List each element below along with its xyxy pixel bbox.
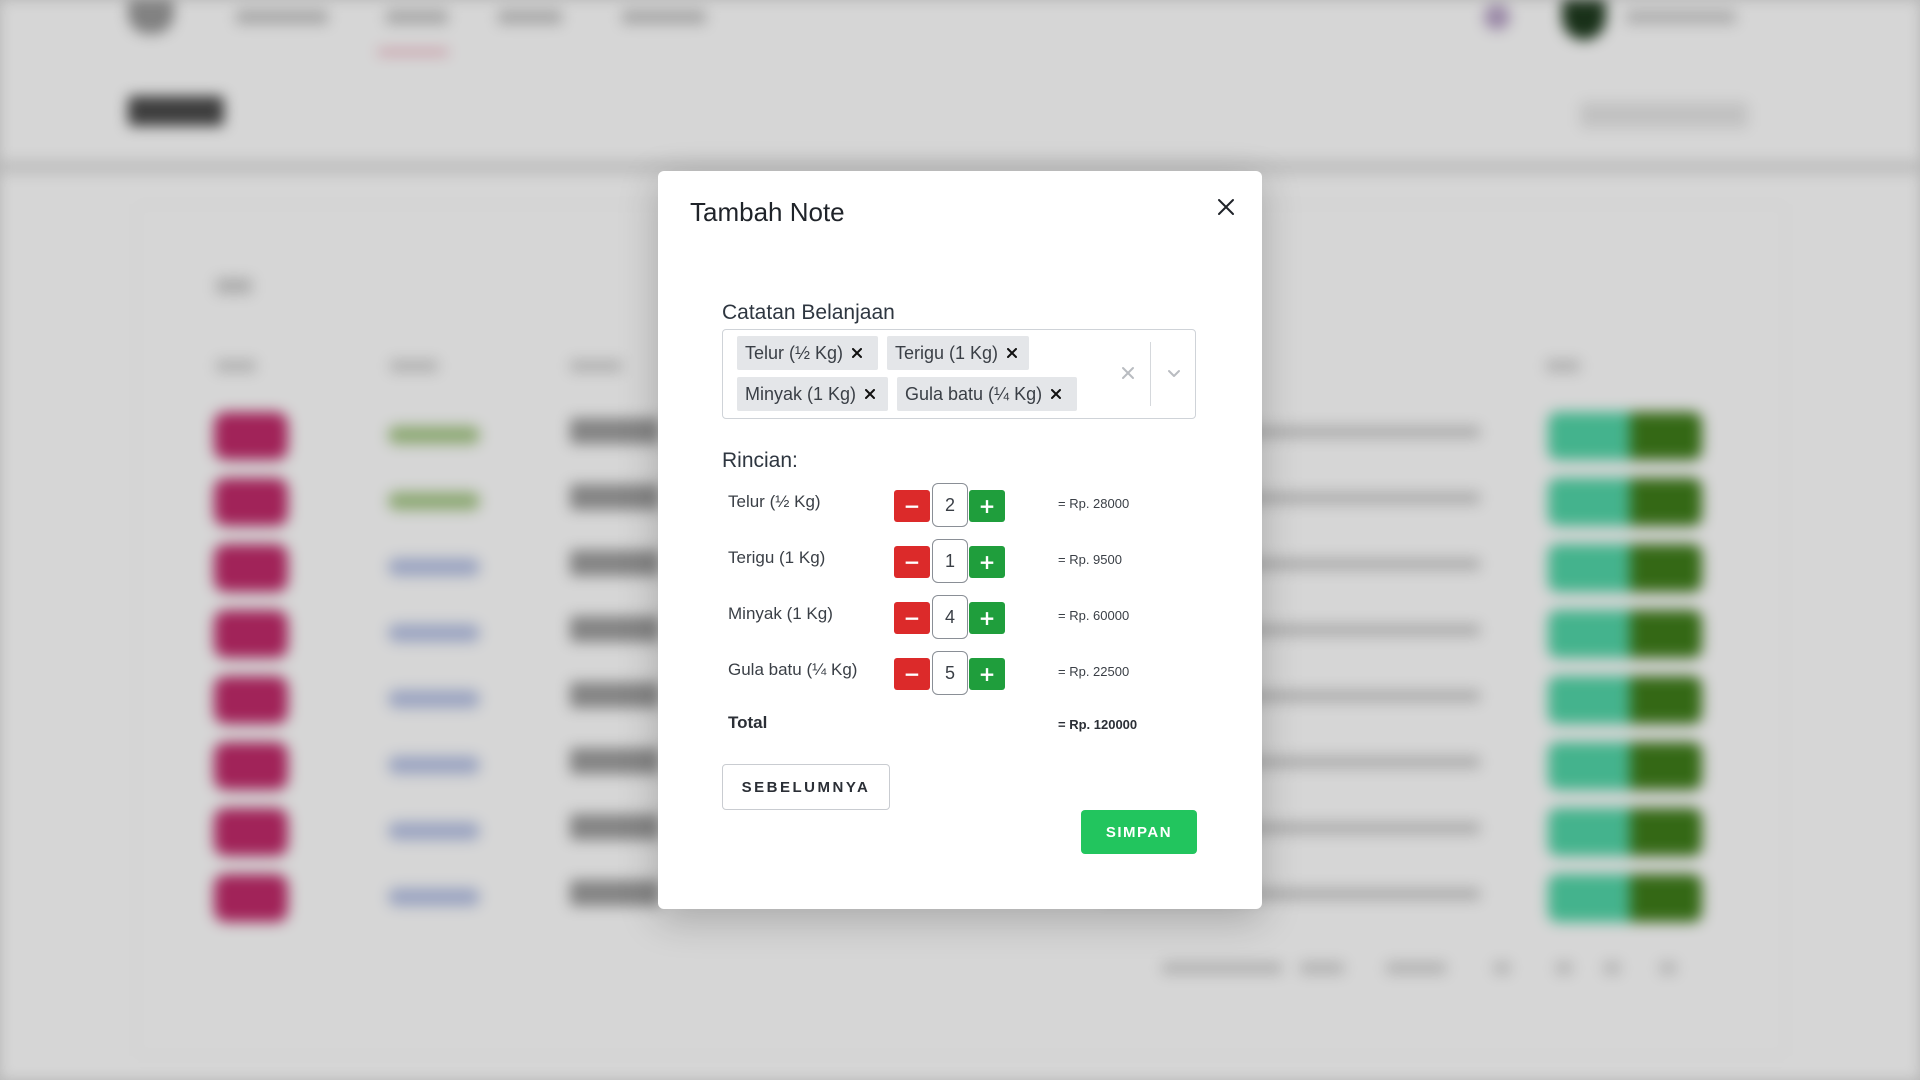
- x-icon: [852, 348, 863, 358]
- decrease-quantity-button[interactable]: −: [894, 602, 930, 634]
- detail-row: Terigu (1 Kg) − + = Rp. 9500: [658, 538, 1262, 584]
- x-icon: [865, 389, 876, 399]
- detail-row: Minyak (1 Kg) − + = Rp. 60000: [658, 594, 1262, 640]
- selected-item-chip: Gula batu (¼ Kg): [897, 377, 1077, 411]
- chip-remove-button[interactable]: [998, 336, 1026, 370]
- plus-icon: +: [978, 606, 996, 630]
- item-name: Telur (½ Kg): [728, 492, 821, 511]
- item-name: Gula batu (¼ Kg): [728, 660, 858, 679]
- chip-remove-button[interactable]: [1042, 377, 1070, 411]
- chip-remove-button[interactable]: [856, 377, 884, 411]
- plus-icon: +: [978, 662, 996, 686]
- chevron-down-icon: [1168, 370, 1180, 377]
- quantity-input[interactable]: [932, 483, 968, 527]
- total-label: Total: [728, 713, 768, 732]
- quantity-input[interactable]: [932, 595, 968, 639]
- dropdown-toggle[interactable]: [1157, 358, 1191, 388]
- chip-label: Gula batu (¼ Kg): [905, 383, 1043, 404]
- decrease-quantity-button[interactable]: −: [894, 490, 930, 522]
- x-icon: [1007, 348, 1018, 358]
- selected-item-chip: Terigu (1 Kg): [887, 336, 1029, 370]
- rincian-heading: Rincian:: [722, 449, 798, 472]
- close-icon: [1218, 199, 1234, 215]
- item-name: Terigu (1 Kg): [728, 548, 826, 567]
- close-button[interactable]: [1208, 189, 1244, 225]
- clear-selection-button[interactable]: [1113, 358, 1143, 388]
- simpan-button[interactable]: SIMPAN: [1081, 810, 1197, 854]
- chip-label: Telur (½ Kg): [745, 342, 844, 363]
- detail-row: Gula batu (¼ Kg) − + = Rp. 22500: [658, 650, 1262, 696]
- item-price: = Rp. 22500: [1058, 664, 1130, 679]
- clear-icon: [1122, 367, 1134, 379]
- quantity-input[interactable]: [932, 539, 968, 583]
- catatan-belanjaan-label: Catatan Belanjaan: [722, 301, 895, 324]
- total-value: = Rp. 120000: [1058, 717, 1138, 732]
- minus-icon: −: [903, 550, 921, 574]
- sebelumnya-button[interactable]: SEBELUMNYA: [722, 764, 890, 810]
- catatan-belanjaan-multiselect[interactable]: Telur (½ Kg) Terigu (1 Kg) Minyak (1 Kg)…: [722, 329, 1196, 419]
- item-name: Minyak (1 Kg): [728, 604, 833, 623]
- increase-quantity-button[interactable]: +: [969, 658, 1005, 690]
- multiselect-divider: [1150, 342, 1151, 406]
- selected-item-chip: Minyak (1 Kg): [737, 377, 888, 411]
- item-price: = Rp. 28000: [1058, 496, 1130, 511]
- quantity-input[interactable]: [932, 651, 968, 695]
- item-price: = Rp. 60000: [1058, 608, 1130, 623]
- item-price: = Rp. 9500: [1058, 552, 1122, 567]
- modal-title: Tambah Note: [690, 197, 845, 227]
- tambah-note-modal: Tambah Note Catatan Belanjaan Telur (½ K…: [658, 171, 1262, 909]
- plus-icon: +: [978, 550, 996, 574]
- decrease-quantity-button[interactable]: −: [894, 546, 930, 578]
- chip-label: Terigu (1 Kg): [895, 342, 999, 363]
- selected-item-chip: Telur (½ Kg): [737, 336, 878, 370]
- increase-quantity-button[interactable]: +: [969, 490, 1005, 522]
- chip-remove-button[interactable]: [843, 336, 871, 370]
- x-icon: [1051, 389, 1062, 399]
- decrease-quantity-button[interactable]: −: [894, 658, 930, 690]
- minus-icon: −: [903, 662, 921, 686]
- increase-quantity-button[interactable]: +: [969, 546, 1005, 578]
- minus-icon: −: [903, 606, 921, 630]
- detail-row: Telur (½ Kg) − + = Rp. 28000: [658, 482, 1262, 528]
- increase-quantity-button[interactable]: +: [969, 602, 1005, 634]
- plus-icon: +: [978, 494, 996, 518]
- minus-icon: −: [903, 494, 921, 518]
- chip-label: Minyak (1 Kg): [745, 383, 857, 404]
